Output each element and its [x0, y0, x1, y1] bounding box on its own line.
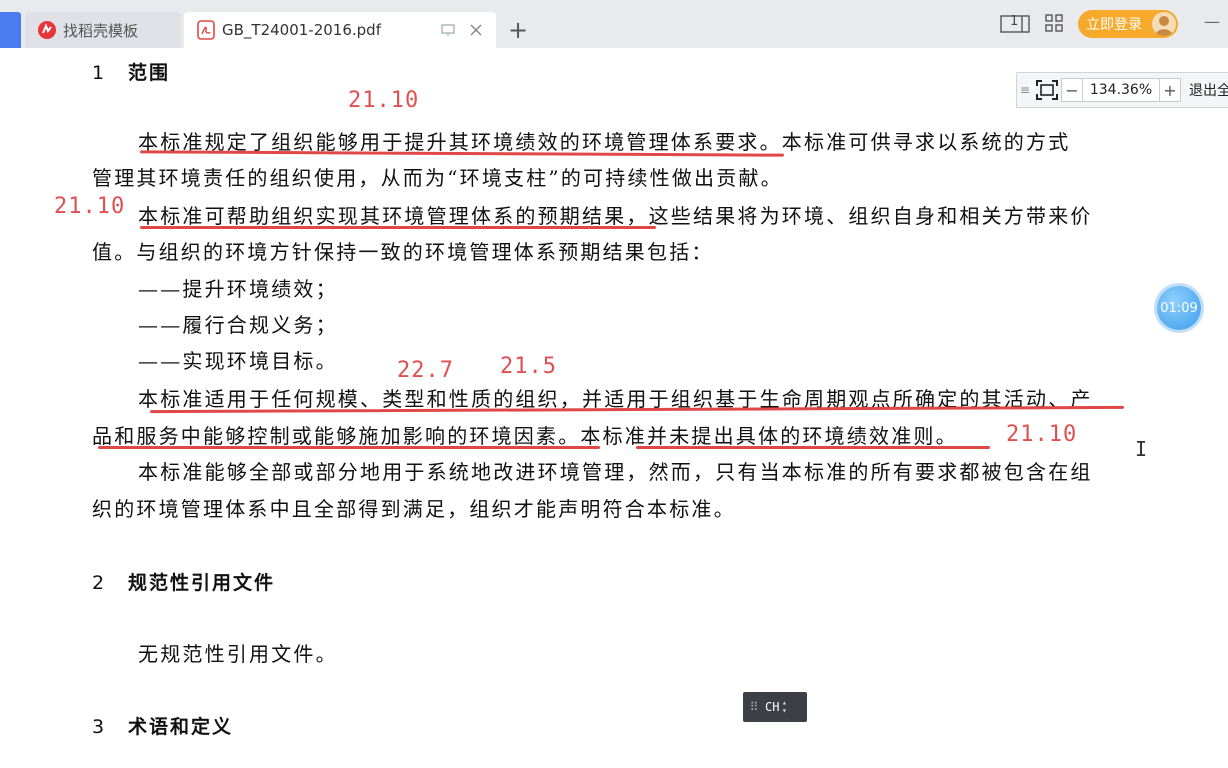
annotation-note: 21.10 [54, 194, 126, 219]
new-tab-button[interactable]: + [506, 16, 530, 44]
body-text-line: 无规范性引用文件。 [138, 642, 338, 666]
body-text-line: 本标准能够全部或部分地用于系统地改进环境管理，然而，只有当本标准的所有要求都被包… [138, 460, 1093, 484]
tab-label: GB_T24001-2016.pdf [222, 21, 381, 39]
body-text-line: 管理其环境责任的组织使用，从而为“环境支柱”的可持续性做出贡献。 [92, 166, 783, 190]
drag-handle-icon[interactable]: ≡ [1017, 83, 1033, 97]
close-tab-icon[interactable] [468, 22, 484, 42]
login-label: 立即登录 [1086, 17, 1142, 33]
annotation-note: 21.10 [348, 88, 420, 113]
body-text-line: 本标准可帮助组织实现其环境管理体系的预期结果，这些结果将为环境、组织自身和相关方… [138, 204, 1093, 228]
section-heading-3: 3 术语和定义 [92, 716, 234, 738]
body-text-line: 值。与组织的环境方针保持一致的环境管理体系预期结果包括： [92, 240, 714, 264]
tab-bar: 找稻壳模板 GB_T24001-2016.pdf + 1 立即登录 — [0, 0, 1228, 48]
zoom-out-button[interactable]: − [1062, 81, 1082, 100]
pdf-icon [196, 20, 216, 40]
annotation-underline [636, 446, 990, 449]
zoom-in-button[interactable]: + [1160, 81, 1180, 100]
annotation-note: 21.5 [500, 354, 557, 379]
login-button[interactable]: 立即登录 [1078, 10, 1178, 38]
ime-switch-icon[interactable]: ▴ ▾ [779, 699, 789, 715]
fit-page-icon[interactable] [1033, 77, 1061, 103]
page-view-number: 1 [1010, 14, 1019, 29]
drag-grip-icon[interactable]: ⠿ [743, 700, 765, 714]
annotation-note: 21.10 [1006, 422, 1078, 447]
docer-logo-icon [37, 20, 57, 40]
ime-language-label: CH [765, 700, 780, 714]
pdf-page: 1 范围 21.10 21.10 22.7 21.5 21.10 本标准规定了组织… [0, 48, 1228, 768]
list-item: ——提升环境绩效； [138, 277, 338, 301]
ime-indicator[interactable]: ⠿ CH ▴ ▾ [743, 692, 807, 722]
annotation-underline [140, 226, 656, 229]
tab-pdf-document[interactable]: GB_T24001-2016.pdf [184, 12, 496, 48]
grid-view-icon[interactable] [1044, 13, 1064, 37]
list-item: ——履行合规义务； [138, 313, 338, 337]
section-heading-2: 2 规范性引用文件 [92, 572, 276, 594]
annotation-note: 22.7 [397, 358, 454, 383]
section-heading-1: 1 范围 [92, 62, 171, 84]
tab-label: 找稻壳模板 [63, 21, 139, 40]
text-cursor-icon: I [1135, 437, 1148, 461]
zoom-toolbar: ≡ − 134.36% + 退出全 [1016, 72, 1228, 108]
annotation-underline [98, 446, 600, 449]
body-text-line: 品和服务中能够控制或能够施加影响的环境因素。本标准并未提出具体的环境绩效准则。 [92, 424, 958, 448]
timer-badge[interactable]: 01:09 [1157, 286, 1201, 330]
avatar [1152, 12, 1176, 36]
body-text-line: 织的环境管理体系中且全部得到满足，组织才能声明符合本标准。 [92, 497, 736, 521]
tab-docer-templates[interactable]: 找稻壳模板 [25, 12, 181, 48]
list-item: ——实现环境目标。 [138, 349, 338, 373]
home-tab-edge[interactable] [0, 12, 21, 48]
exit-fullscreen-button[interactable]: 退出全 [1189, 80, 1228, 100]
zoom-level-field[interactable]: 134.36% [1082, 79, 1160, 101]
pin-window-icon[interactable] [440, 22, 456, 42]
minimize-icon[interactable]: — [1204, 12, 1220, 31]
